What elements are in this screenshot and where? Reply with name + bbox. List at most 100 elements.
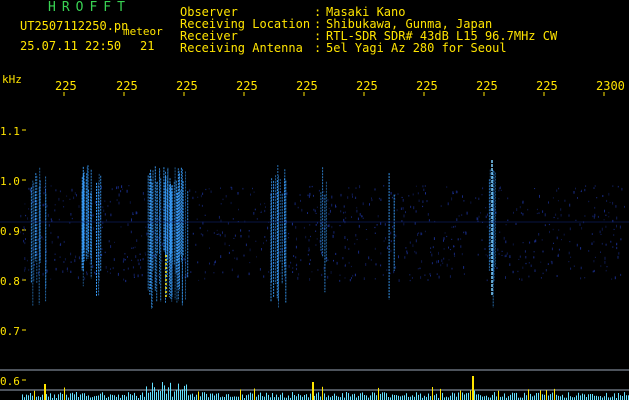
noise-speck — [557, 217, 559, 220]
noise-speck — [594, 185, 596, 187]
noise-speck — [225, 195, 227, 198]
noise-speck — [351, 216, 352, 218]
signal-bar — [250, 392, 251, 400]
signal-bar — [210, 393, 211, 400]
noise-speck — [132, 212, 134, 215]
noise-speck — [604, 260, 606, 264]
noise-speck — [519, 206, 521, 209]
noise-speck — [415, 210, 417, 213]
noise-speck — [528, 262, 530, 264]
noise-speck — [481, 239, 483, 241]
noise-speck — [89, 262, 91, 265]
noise-speck — [345, 217, 347, 219]
signal-bar — [280, 394, 281, 400]
noise-speck — [132, 266, 134, 269]
noise-speck — [463, 231, 465, 234]
noise-speck — [213, 232, 215, 234]
noise-speck — [524, 250, 526, 253]
signal-bar — [324, 393, 325, 400]
noise-speck — [232, 218, 234, 220]
signal-bar — [534, 395, 535, 400]
noise-speck — [129, 201, 131, 204]
signal-bar — [80, 394, 81, 400]
signal-bar — [260, 392, 261, 400]
noise-speck — [309, 278, 311, 281]
noise-speck — [230, 201, 232, 205]
noise-speck — [261, 248, 262, 251]
noise-speck — [354, 273, 356, 277]
noise-speck — [330, 271, 332, 274]
noise-speck — [127, 267, 129, 270]
noise-speck — [131, 247, 133, 249]
noise-speck — [545, 269, 547, 272]
noise-speck — [456, 218, 458, 221]
noise-speck — [378, 197, 380, 200]
noise-speck — [309, 224, 311, 226]
noise-speck — [461, 214, 463, 216]
noise-speck — [344, 265, 346, 267]
noise-speck — [54, 204, 56, 206]
noise-speck — [59, 244, 61, 246]
signal-bar — [384, 392, 385, 400]
noise-speck — [558, 229, 560, 231]
signal-bar — [222, 396, 223, 400]
noise-speck — [389, 272, 391, 275]
noise-speck — [570, 267, 572, 270]
signal-bar — [322, 386, 323, 400]
noise-speck — [438, 275, 440, 279]
noise-speck — [600, 251, 601, 253]
noise-speck — [428, 219, 430, 222]
noise-speck — [50, 278, 52, 280]
signal-bar — [622, 396, 623, 400]
noise-speck — [384, 223, 386, 226]
noise-speck — [327, 275, 329, 279]
noise-speck — [374, 226, 376, 229]
signal-bar — [84, 393, 85, 400]
signal-bar — [536, 393, 537, 400]
noise-speck — [431, 253, 433, 257]
signal-bar — [26, 394, 27, 400]
noise-speck — [424, 185, 426, 187]
noise-speck — [463, 266, 465, 269]
noise-speck — [478, 215, 480, 218]
noise-speck — [233, 237, 235, 239]
noise-speck — [315, 244, 317, 246]
signal-bar — [360, 393, 361, 400]
noise-speck — [222, 231, 223, 234]
noise-speck — [137, 259, 139, 262]
noise-speck — [569, 203, 571, 207]
noise-speck — [454, 225, 456, 228]
noise-speck — [213, 272, 215, 274]
noise-speck — [551, 261, 553, 265]
signal-bar — [104, 395, 105, 400]
noise-speck — [368, 256, 370, 260]
noise-speck — [580, 266, 582, 270]
noise-speck — [413, 206, 415, 210]
noise-speck — [624, 205, 625, 208]
noise-speck — [124, 259, 126, 261]
noise-speck — [54, 253, 56, 255]
noise-speck — [249, 262, 251, 264]
noise-speck — [228, 244, 230, 247]
noise-speck — [498, 189, 500, 192]
noise-speck — [131, 218, 132, 222]
noise-speck — [144, 252, 146, 254]
noise-speck — [371, 199, 373, 202]
signal-peak — [44, 384, 46, 400]
noise-speck — [58, 218, 60, 221]
noise-speck — [375, 263, 377, 266]
noise-speck — [308, 239, 310, 242]
signal-bar — [64, 387, 65, 400]
noise-speck — [216, 229, 218, 232]
noise-speck — [352, 196, 353, 198]
signal-bar — [476, 394, 477, 400]
signal-bar — [354, 393, 355, 400]
signal-bar — [110, 394, 111, 400]
noise-speck — [300, 199, 301, 202]
signal-bar — [328, 395, 329, 400]
signal-bar — [216, 393, 217, 400]
noise-speck — [568, 214, 570, 217]
noise-speck — [355, 234, 357, 237]
signal-bar — [294, 395, 295, 400]
noise-speck — [605, 214, 607, 216]
